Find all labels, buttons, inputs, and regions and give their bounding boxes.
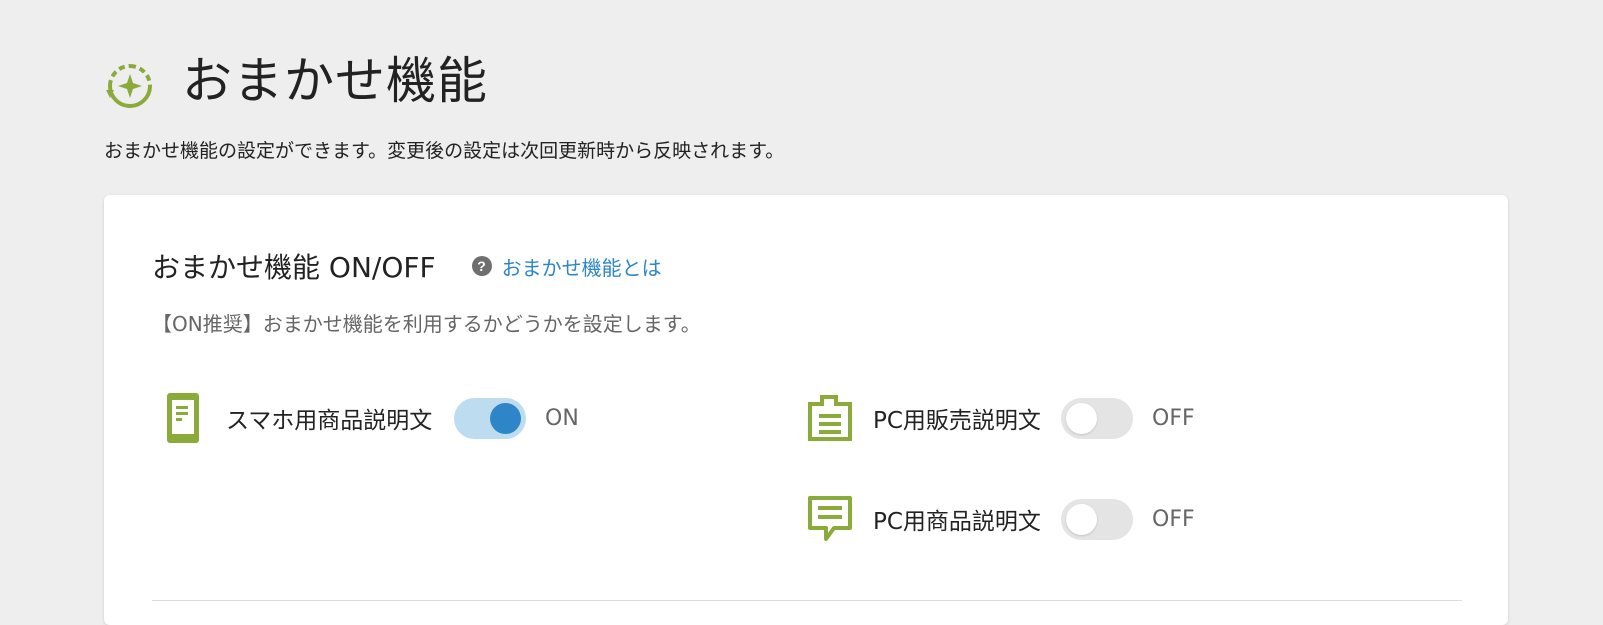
page-description: おまかせ機能の設定ができます。変更後の設定は次回更新時から反映されます。	[104, 140, 785, 162]
page-title: おまかせ機能	[182, 52, 488, 110]
section-title: おまかせ機能 ON/OFF	[152, 251, 436, 284]
section-description: 【ON推奨】おまかせ機能を利用するかどうかを設定します。	[152, 312, 701, 336]
setting-row-pc-sales: PC用販売説明文 OFF	[807, 393, 1195, 443]
toggle-knob	[1066, 402, 1097, 434]
toggle-pc-sales[interactable]	[1061, 397, 1133, 439]
toggle-smartphone[interactable]	[454, 397, 526, 439]
help-link[interactable]: ? おまかせ機能とは	[471, 252, 662, 281]
help-link-label[interactable]: おまかせ機能とは	[502, 252, 662, 281]
divider	[152, 600, 1462, 601]
auto-sync-sparkle-icon	[106, 64, 152, 108]
setting-label-pc-product: PC用商品説明文	[873, 509, 1041, 535]
setting-label-smartphone: スマホ用商品説明文	[226, 408, 433, 434]
toggle-state-pc-sales: OFF	[1152, 405, 1195, 431]
toggle-knob	[490, 402, 521, 434]
question-icon: ?	[471, 256, 492, 276]
setting-label-pc-sales: PC用販売説明文	[873, 408, 1041, 434]
setting-row-pc-product: PC用商品説明文 OFF	[807, 494, 1195, 544]
settings-card: おまかせ機能 ON/OFF ? おまかせ機能とは 【ON推奨】おまかせ機能を利用…	[104, 195, 1508, 625]
page-header: おまかせ機能	[104, 50, 488, 112]
comment-doc-icon	[807, 494, 853, 544]
smartphone-doc-icon	[160, 393, 206, 443]
toggle-state-pc-product: OFF	[1152, 506, 1195, 532]
setting-row-smartphone: スマホ用商品説明文 ON	[160, 393, 579, 443]
section-header: おまかせ機能 ON/OFF ? おまかせ機能とは	[152, 246, 662, 286]
toggle-state-smartphone: ON	[545, 405, 579, 431]
toggle-pc-product[interactable]	[1061, 498, 1133, 540]
sales-doc-icon	[807, 393, 853, 443]
toggle-knob	[1066, 503, 1097, 535]
